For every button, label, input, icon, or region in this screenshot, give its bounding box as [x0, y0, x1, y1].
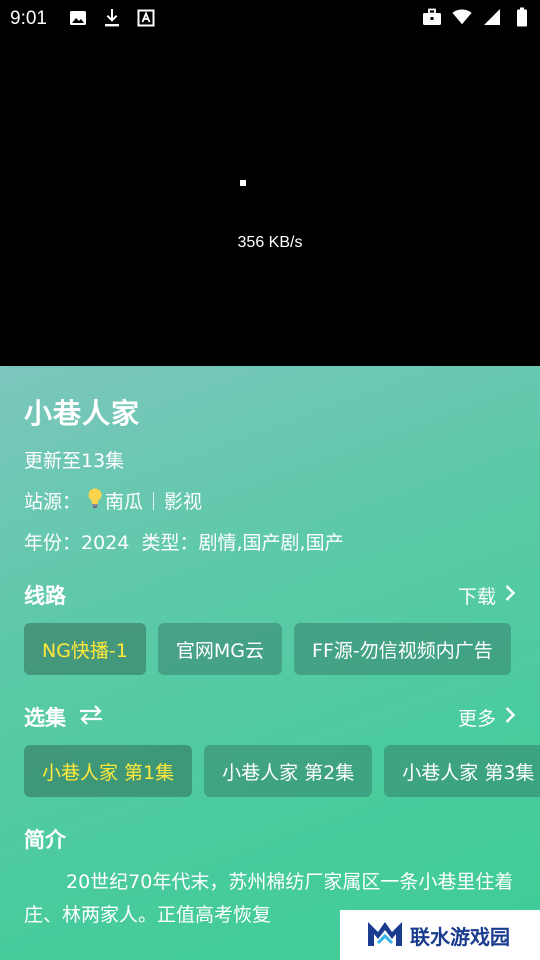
source-label: 站源：: [24, 491, 82, 513]
type-label: 类型：: [141, 532, 199, 554]
briefcase-icon: [422, 7, 442, 27]
status-time: 9:01: [10, 8, 47, 29]
watermark: 联水游戏园: [340, 910, 540, 960]
text-a-icon: [136, 8, 156, 28]
battery-icon: [512, 7, 532, 27]
signal-icon: [482, 7, 502, 27]
type-value: 剧情,国产剧,国产: [198, 532, 344, 554]
details-panel: 小巷人家 更新至13集 站源： 南瓜 影视 年份：2024 类型：剧情,国产剧,…: [0, 366, 540, 960]
route-chip[interactable]: FF源-勿信视频内广告: [294, 623, 511, 675]
intro-title: 简介: [24, 824, 66, 854]
video-player[interactable]: 356 KB/s: [0, 0, 540, 366]
chevron-right-icon: [504, 706, 516, 729]
show-title: 小巷人家: [24, 397, 141, 430]
image-icon: [68, 8, 88, 28]
wifi-icon: [452, 7, 472, 27]
episodes-list: 小巷人家 第1集 小巷人家 第2集 小巷人家 第3集: [24, 745, 540, 797]
episode-chip[interactable]: 小巷人家 第2集: [204, 745, 373, 797]
network-speed: 356 KB/s: [237, 234, 303, 251]
episode-chip[interactable]: 小巷人家 第1集: [24, 745, 193, 797]
loading-indicator: [240, 180, 246, 186]
chevron-right-icon: [504, 584, 516, 607]
routes-list: NG快播-1 官网MG云 FF源-勿信视频内广告: [24, 623, 511, 675]
watermark-text: 联水游戏园: [410, 924, 510, 949]
source-line: 站源： 南瓜 影视: [24, 487, 202, 514]
swap-order-icon[interactable]: [78, 704, 104, 731]
year-value: 2024: [81, 532, 130, 554]
episodes-title-text: 选集: [24, 706, 66, 730]
download-link[interactable]: 下载: [458, 582, 516, 609]
watermark-logo-icon: [366, 916, 404, 954]
routes-title: 线路: [24, 580, 66, 610]
intro-title-text: 简介: [24, 828, 66, 852]
more-episodes-link[interactable]: 更多: [458, 704, 516, 731]
download-icon: [102, 8, 122, 28]
source-category: 影视: [164, 491, 203, 513]
year-label: 年份：: [24, 532, 82, 554]
episode-chip[interactable]: 小巷人家 第3集: [384, 745, 540, 797]
more-label: 更多: [457, 708, 496, 730]
download-label: 下载: [457, 586, 496, 608]
lightbulb-icon: [85, 487, 105, 514]
route-chip[interactable]: NG快播-1: [24, 623, 146, 675]
update-status: 更新至13集: [24, 450, 125, 472]
status-bar: 9:01: [0, 0, 540, 36]
episodes-title: 选集: [24, 702, 104, 732]
routes-title-text: 线路: [24, 584, 66, 608]
meta-line: 年份：2024 类型：剧情,国产剧,国产: [24, 528, 344, 555]
source-name: 南瓜: [105, 491, 144, 513]
separator: [153, 491, 155, 510]
route-chip[interactable]: 官网MG云: [157, 623, 283, 675]
